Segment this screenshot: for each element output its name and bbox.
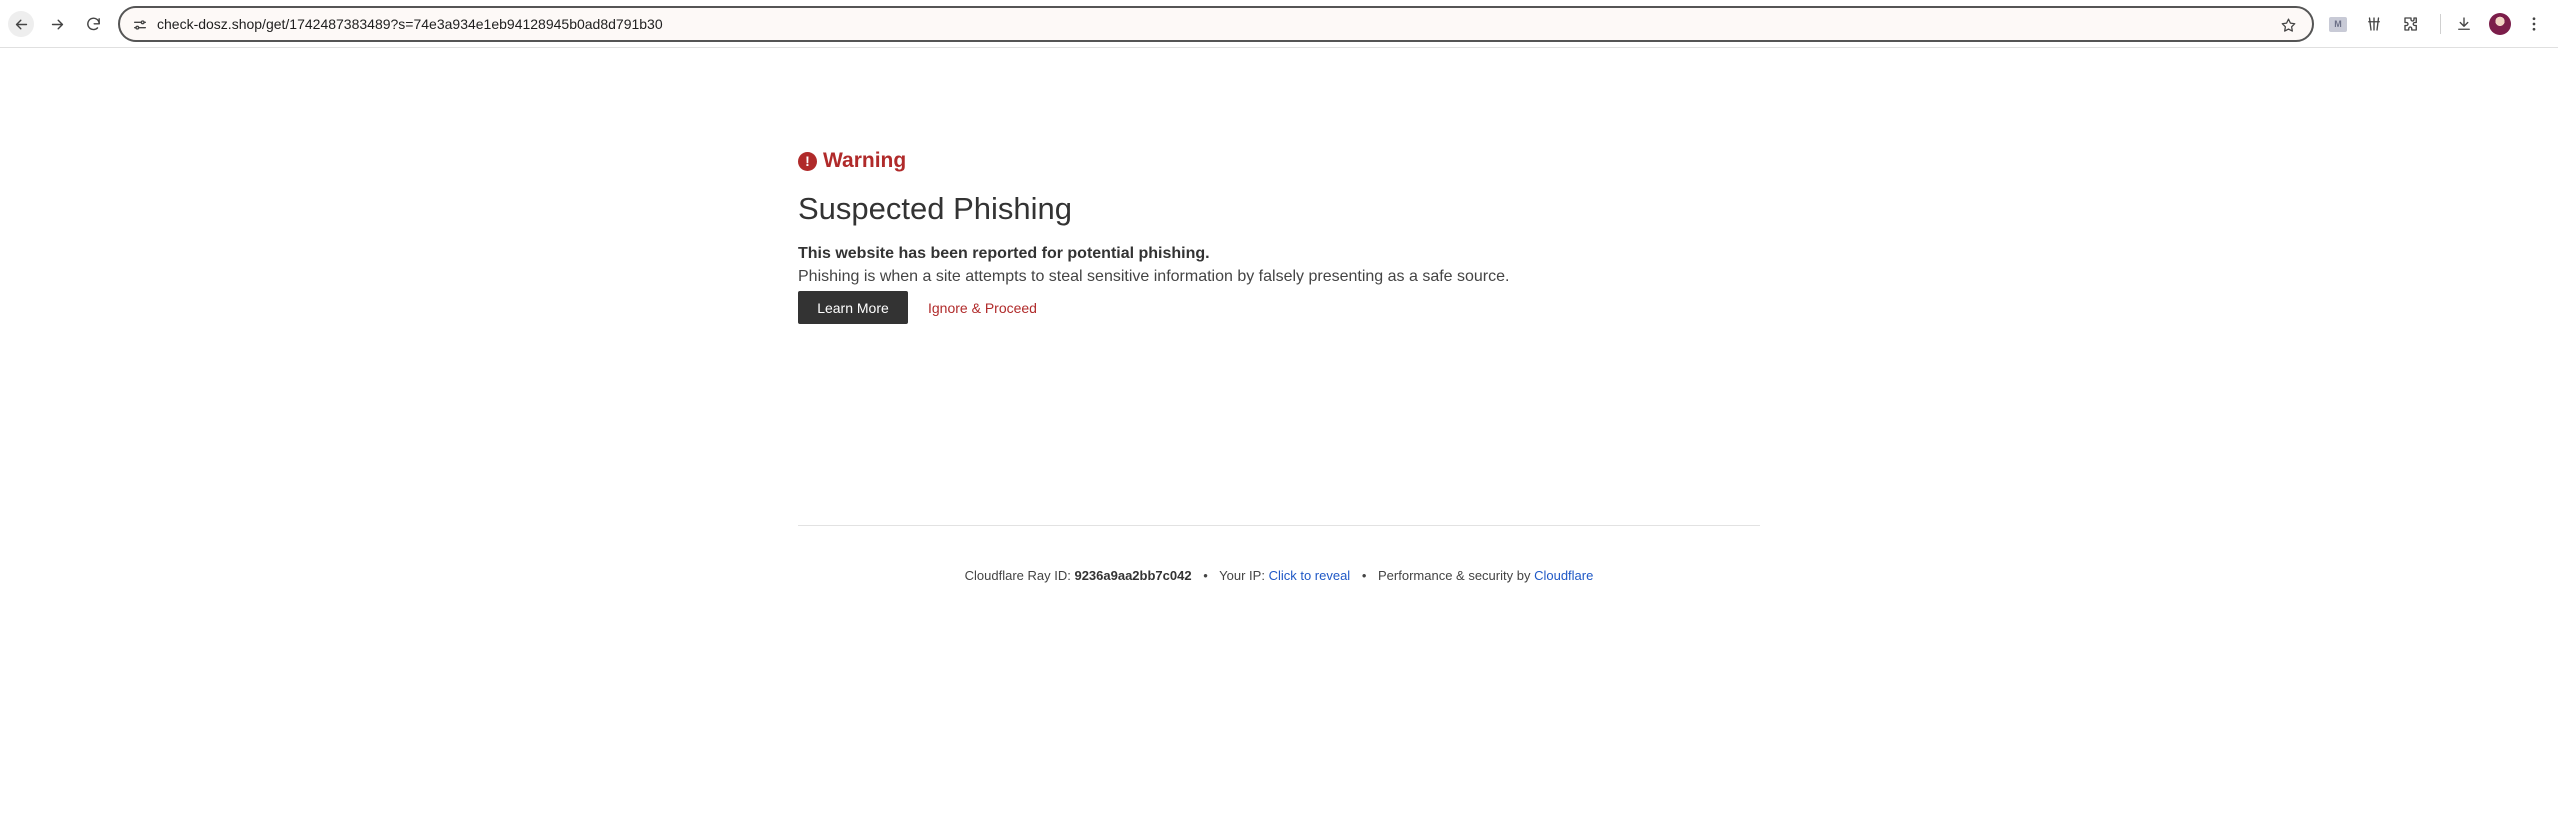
cloudflare-footer: Cloudflare Ray ID: 9236a9aa2bb7c042 • Yo… [0,568,2558,583]
footer-divider [798,525,1760,526]
extension-button[interactable]: M [2326,12,2350,36]
warning-header: ! Warning [798,146,1760,176]
browser-menu-button[interactable] [2522,12,2546,36]
reload-icon [86,17,100,30]
back-arrow-icon [15,19,27,29]
cloudflare-link[interactable]: Cloudflare [1534,568,1593,583]
browser-toolbar: check-dosz.shop/get/1742487383489?s=74e3… [0,0,2558,48]
warning-lead: This website has been reported for poten… [798,245,1210,263]
reload-button[interactable] [80,11,106,37]
bookmark-star-icon [2281,17,2295,32]
address-bar[interactable]: check-dosz.shop/get/1742487383489?s=74e3… [118,6,2314,42]
extension-icon: M [2329,16,2347,32]
toolbar-divider [2440,14,2441,34]
ray-id-label: Cloudflare Ray ID: [964,568,1071,583]
page-title: Suspected Phishing [798,191,1073,226]
ip-label: Your IP: [1219,568,1265,583]
back-button[interactable] [8,11,34,37]
ray-id-value: 9236a9aa2bb7c042 [1074,568,1192,583]
extensions-menu-button[interactable] [2399,12,2423,36]
download-icon [2458,17,2470,30]
bookmark-button[interactable] [2278,15,2298,35]
forward-button[interactable] [44,11,70,37]
warning-actions: Learn More Ignore & Proceed [798,291,1760,325]
downloads-button[interactable] [2452,12,2476,36]
performance-label: Performance & security by [1378,568,1531,583]
site-info-button[interactable] [130,15,150,35]
extension-badge: M [2334,19,2342,29]
footer-separator: • [1203,568,1208,583]
phishing-warning-panel: ! Warning Suspected Phishing This websit… [798,146,1760,325]
extension-icon [2368,17,2380,31]
warning-description: Phishing is when a site attempts to stea… [798,268,1510,286]
warning-exclamation-icon: ! [798,151,817,171]
forward-arrow-icon [51,19,63,29]
ignore-proceed-link[interactable]: Ignore & Proceed [928,300,1037,316]
footer-separator: • [1361,568,1367,583]
extension-button-2[interactable] [2362,12,2386,36]
site-info-icon [134,20,146,30]
more-menu-icon [2532,17,2536,31]
url-text[interactable]: check-dosz.shop/get/1742487383489?s=74e3… [157,16,663,32]
reveal-ip-link[interactable]: Click to reveal [1269,568,1351,583]
profile-avatar[interactable] [2489,13,2511,35]
learn-more-button[interactable]: Learn More [798,291,908,325]
extensions-puzzle-icon [2404,17,2417,31]
warning-label: Warning [823,149,907,172]
